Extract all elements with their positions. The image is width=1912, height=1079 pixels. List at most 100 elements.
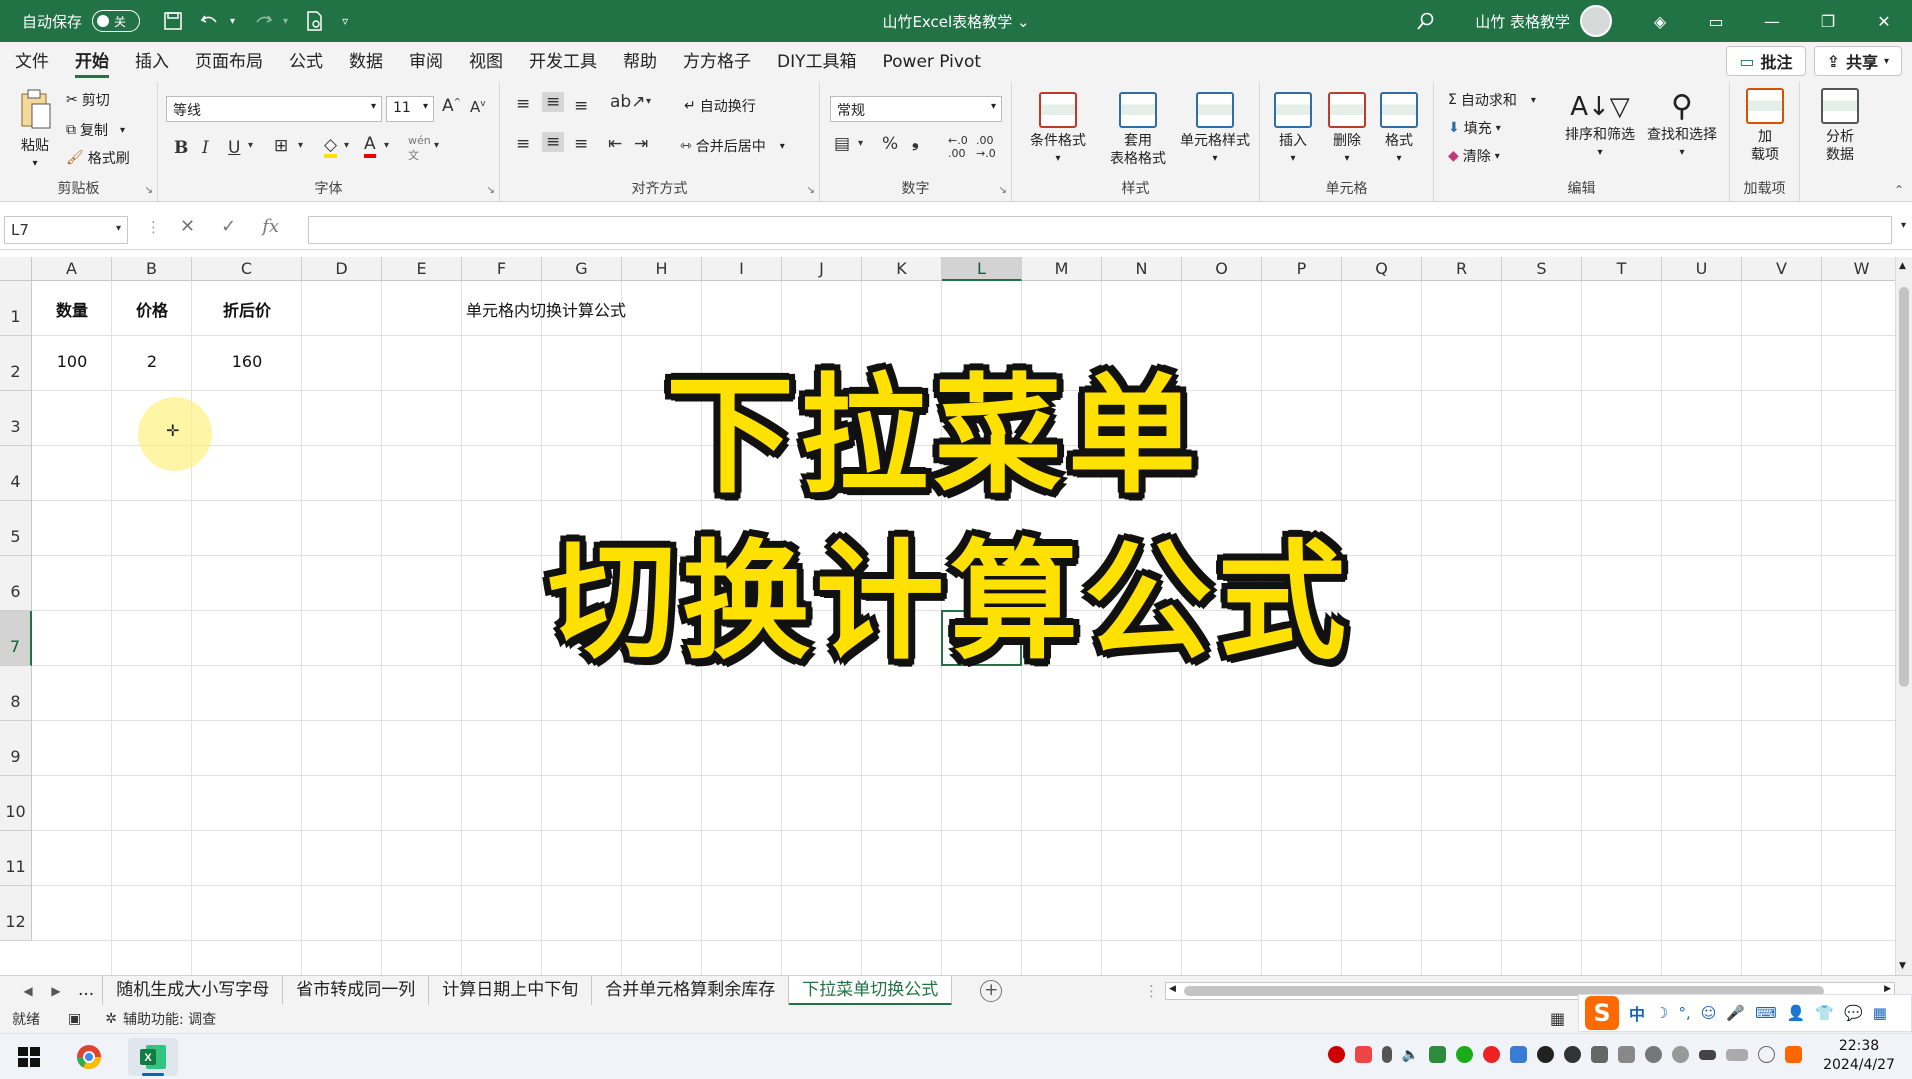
column-header-l[interactable]: L xyxy=(942,257,1022,281)
tab-formulas[interactable]: 公式 xyxy=(276,42,336,82)
sheet-tabs-more[interactable]: ... xyxy=(70,975,104,1006)
chat-icon[interactable] xyxy=(1510,1046,1527,1063)
fill-color-icon[interactable]: ◇ xyxy=(324,136,338,158)
row-header-12[interactable]: 12 xyxy=(0,886,32,941)
align-left-icon[interactable]: ≡ xyxy=(516,134,530,154)
security-icon[interactable] xyxy=(1591,1046,1608,1063)
font-name-select[interactable]: 等线 ▾ xyxy=(166,96,382,122)
add-sheet-icon[interactable]: + xyxy=(980,979,1003,1002)
next-sheet-icon[interactable]: ▶ xyxy=(42,984,70,998)
column-header-i[interactable]: I xyxy=(702,257,782,281)
tab-home[interactable]: 开始 xyxy=(62,42,122,82)
microphone-icon[interactable] xyxy=(1381,1046,1392,1063)
cell-c1[interactable]: 折后价 xyxy=(192,297,302,321)
underline-dropdown-icon[interactable]: ▾ xyxy=(248,140,253,151)
macro-record-icon[interactable]: ▣ xyxy=(68,1011,81,1027)
record-icon[interactable] xyxy=(1327,1046,1345,1063)
row-header-11[interactable]: 11 xyxy=(0,831,32,886)
border-dropdown-icon[interactable]: ▾ xyxy=(298,140,303,151)
column-header-f[interactable]: F xyxy=(462,257,542,281)
voice-icon[interactable]: 🎤 xyxy=(1726,1004,1745,1022)
apps-icon[interactable]: ▦ xyxy=(1873,1004,1887,1022)
autosave-toggle[interactable]: 关 xyxy=(92,10,141,32)
sheet-tab-2[interactable]: 省市转成同一列 xyxy=(283,975,430,1006)
column-header-m[interactable]: M xyxy=(1022,257,1102,281)
enter-icon[interactable]: ✓ xyxy=(221,216,236,237)
formula-input[interactable] xyxy=(308,216,1892,244)
italic-button[interactable]: I xyxy=(202,138,209,158)
tab-data[interactable]: 数据 xyxy=(336,42,396,82)
column-header-u[interactable]: U xyxy=(1662,257,1742,281)
volume-icon[interactable]: 🔈 xyxy=(1402,1047,1419,1063)
tab-power-pivot[interactable]: Power Pivot xyxy=(870,42,995,82)
punctuation-icon[interactable]: °, xyxy=(1678,1004,1690,1022)
scroll-left-icon[interactable]: ◀ xyxy=(1169,984,1176,994)
scroll-right-icon[interactable]: ▶ xyxy=(1884,984,1891,994)
scroll-down-icon[interactable]: ▼ xyxy=(1899,961,1906,971)
decrease-font-icon[interactable]: Av xyxy=(470,98,486,116)
fill-button[interactable]: ⬇ 填充 ▾ xyxy=(1448,118,1501,138)
undo-icon[interactable] xyxy=(200,12,220,31)
close-icon[interactable]: ✕ xyxy=(1856,0,1912,42)
collapse-ribbon-icon[interactable]: ⌃ xyxy=(1894,183,1904,197)
keyboard-icon[interactable] xyxy=(1726,1048,1748,1061)
column-header-p[interactable]: P xyxy=(1262,257,1342,281)
splitter-icon[interactable]: ⋮ xyxy=(1144,982,1159,1000)
column-header-t[interactable]: T xyxy=(1582,257,1662,281)
tab-diy-toolbox[interactable]: DIY工具箱 xyxy=(764,42,870,82)
column-header-a[interactable]: A xyxy=(32,257,112,281)
column-header-o[interactable]: O xyxy=(1182,257,1262,281)
copy-dropdown-icon[interactable]: ▾ xyxy=(120,125,125,136)
screenshot-icon[interactable] xyxy=(1618,1046,1635,1063)
format-painter-button[interactable]: 🖌 格式刷 xyxy=(66,148,130,168)
wechat-icon[interactable] xyxy=(1456,1046,1473,1063)
cancel-icon[interactable]: ✕ xyxy=(180,216,195,237)
autosum-button[interactable]: Σ 自动求和 ▾ xyxy=(1448,90,1536,110)
qq-icon[interactable] xyxy=(1537,1046,1554,1063)
fill-dropdown-icon[interactable]: ▾ xyxy=(1496,123,1501,134)
minimize-icon[interactable]: — xyxy=(1744,0,1800,42)
row-header-10[interactable]: 10 xyxy=(0,776,32,831)
insert-cells-button[interactable]: 插入 ▾ xyxy=(1268,92,1318,168)
battery-icon[interactable] xyxy=(1699,1049,1716,1060)
dialog-launcher-icon[interactable]: ↘ xyxy=(807,185,815,196)
column-header-r[interactable]: R xyxy=(1422,257,1502,281)
soft-keyboard-icon[interactable]: ⌨ xyxy=(1755,1004,1777,1022)
sheet-tab-active[interactable]: 下拉菜单切换公式 xyxy=(789,975,953,1006)
column-header-d[interactable]: D xyxy=(302,257,382,281)
decrease-decimal-icon[interactable]: .00 →.0 xyxy=(976,134,996,160)
customize-toolbar-icon[interactable]: ▿ xyxy=(342,14,348,28)
tab-view[interactable]: 视图 xyxy=(456,42,516,82)
increase-font-icon[interactable]: A^ xyxy=(442,96,461,116)
tab-developer[interactable]: 开发工具 xyxy=(516,42,610,82)
redo-dropdown-icon[interactable]: ▾ xyxy=(283,16,288,27)
expand-formula-bar-icon[interactable]: ▾ xyxy=(1901,220,1906,231)
column-header-b[interactable]: B xyxy=(112,257,192,281)
column-header-q[interactable]: Q xyxy=(1342,257,1422,281)
column-header-h[interactable]: H xyxy=(622,257,702,281)
phonetic-dropdown-icon[interactable]: ▾ xyxy=(434,140,439,151)
copy-button[interactable]: ⧉ 复制 ▾ xyxy=(66,120,125,140)
percent-button[interactable]: % xyxy=(882,134,898,154)
dialog-launcher-icon[interactable]: ↘ xyxy=(145,185,153,196)
decrease-indent-icon[interactable]: ⇤ xyxy=(608,134,622,154)
column-header-g[interactable]: G xyxy=(542,257,622,281)
paste-dropdown-icon[interactable]: ▾ xyxy=(12,155,58,173)
qq-icon-2[interactable] xyxy=(1564,1046,1581,1063)
user-icon[interactable]: 👤 xyxy=(1787,1004,1806,1022)
align-top-icon[interactable]: ≡ xyxy=(516,94,530,114)
moon-icon[interactable]: ☽ xyxy=(1655,1004,1668,1022)
dialog-launcher-icon[interactable]: ↘ xyxy=(999,185,1007,196)
nvidia-icon[interactable] xyxy=(1429,1046,1446,1063)
insert-function-button[interactable]: fx xyxy=(262,216,279,237)
scroll-up-icon[interactable]: ▲ xyxy=(1899,261,1906,271)
tab-file[interactable]: 文件 xyxy=(2,42,62,82)
currency-icon[interactable]: ▤ xyxy=(834,134,850,154)
analyze-data-button[interactable]: 分析 数据 xyxy=(1812,88,1868,164)
sheet-tab-1[interactable]: 随机生成大小写字母 xyxy=(103,975,284,1006)
redo-icon[interactable] xyxy=(253,12,273,31)
format-cells-button[interactable]: 格式 ▾ xyxy=(1374,92,1424,168)
sheet-tab-3[interactable]: 计算日期上中下旬 xyxy=(429,975,593,1006)
tray-app-icon[interactable] xyxy=(1354,1046,1372,1063)
sort-filter-button[interactable]: A↓▽ 排序和筛选 ▾ xyxy=(1560,88,1640,162)
